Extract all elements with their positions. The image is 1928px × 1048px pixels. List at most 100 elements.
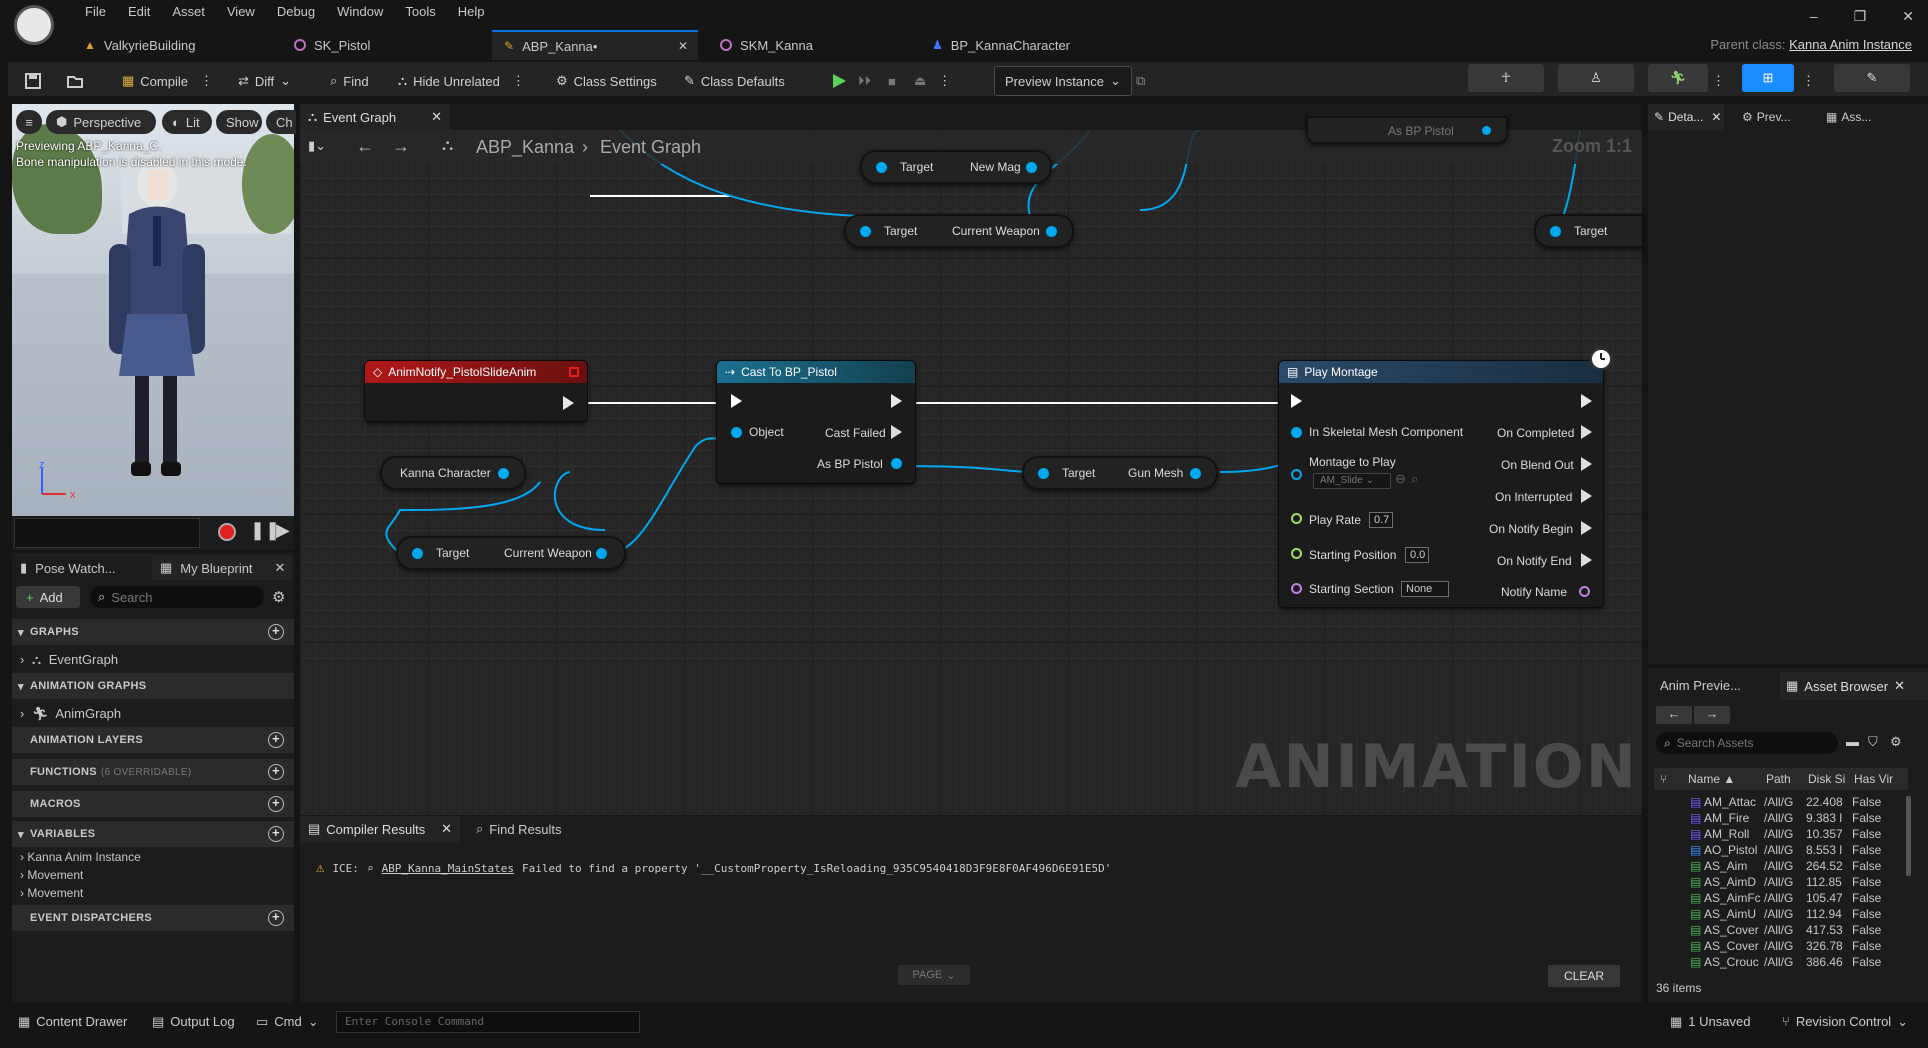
node-as-bp-pistol-partial[interactable]: As BP Pistol <box>1306 116 1508 144</box>
asset-scrollbar[interactable] <box>1906 796 1911 876</box>
asset-forward-button[interactable]: → <box>1694 706 1730 724</box>
add-macro-icon[interactable]: + <box>268 796 284 812</box>
page-dropdown[interactable]: PAGE ⌄ <box>898 965 970 985</box>
character-button[interactable]: Ch <box>266 110 296 134</box>
unsaved-button[interactable]: ▦ 1 Unsaved <box>1670 1014 1750 1030</box>
asset-row[interactable]: ▤ AS_AimFc/All/G 105.47 False <box>1690 891 1892 905</box>
tab-event-graph[interactable]: ⛬ Event Graph ✕ <box>300 104 450 130</box>
crumb-root[interactable]: ABP_Kanna <box>476 137 574 158</box>
pin-as-bp-pistol[interactable] <box>891 458 902 469</box>
col-disk-size[interactable]: Disk Si <box>1808 772 1854 786</box>
item-event-graph[interactable]: › ⛬ EventGraph <box>20 652 118 668</box>
exec-on-interrupted-pin[interactable] <box>1581 489 1592 503</box>
minimize-icon[interactable]: – <box>1810 8 1818 25</box>
node-target-new-mag[interactable]: Target New Mag <box>860 150 1052 184</box>
back-icon[interactable]: ← <box>356 136 374 157</box>
node-anim-notify[interactable]: ◇ AnimNotify_PistolSlideAnim <box>364 360 588 422</box>
close-icon[interactable]: ✕ <box>441 821 452 837</box>
diff-button[interactable]: ⇄ Diff ⌄ <box>238 68 291 94</box>
blueprint-search-input[interactable]: ⌕ Search <box>90 586 264 608</box>
tab-sk-pistol[interactable]: SK_Pistol <box>282 30 492 60</box>
console-input[interactable]: Enter Console Command <box>336 1011 640 1033</box>
starting-position-input[interactable]: 0.0 <box>1405 547 1429 563</box>
node-target-current-weapon[interactable]: Target Current Weapon <box>396 536 626 570</box>
tab-details[interactable]: ✎ Deta... ✕ <box>1648 104 1724 130</box>
pin-output[interactable] <box>498 468 509 479</box>
save-icon[interactable] <box>24 68 42 94</box>
add-variable-icon[interactable]: + <box>268 826 284 842</box>
close-icon[interactable]: ✕ <box>431 109 442 125</box>
tab-asset-browser[interactable]: ▦ Asset Browser ✕ <box>1780 672 1928 700</box>
node-target-gun-mesh[interactable]: Target Gun Mesh <box>1022 456 1218 490</box>
tab-bp-kanna-character[interactable]: ♟ BP_KannaCharacter <box>920 30 1150 60</box>
pin-target[interactable] <box>860 226 871 237</box>
close-icon[interactable]: ✕ <box>1711 110 1721 124</box>
menu-debug[interactable]: Debug <box>266 4 326 19</box>
class-settings-button[interactable]: ⚙ Class Settings <box>556 68 657 94</box>
tab-skm-kanna[interactable]: SKM_Kanna <box>708 30 908 60</box>
lit-button[interactable]: ◐ Lit <box>162 110 212 134</box>
cmd-dropdown[interactable]: ▭ Cmd ⌄ <box>256 1014 319 1030</box>
exec-out-pin[interactable] <box>1581 394 1592 408</box>
exec-in-pin[interactable] <box>1291 394 1302 408</box>
pin-target[interactable] <box>876 162 887 173</box>
node-kanna-character[interactable]: Kanna Character <box>380 456 526 490</box>
pin-skeletal-mesh[interactable] <box>1291 427 1302 438</box>
add-function-icon[interactable]: + <box>268 764 284 780</box>
asset-row[interactable]: ▤ AO_Pistol/All/G 8.553 l False <box>1690 843 1892 857</box>
category-macros[interactable]: MACROS + <box>12 791 294 817</box>
exec-on-blend-out-pin[interactable] <box>1581 457 1592 471</box>
category-variables[interactable]: ▾ VARIABLES + <box>12 821 294 847</box>
category-graphs[interactable]: ▾ GRAPHS + <box>12 619 294 645</box>
asset-row[interactable]: ▤ AS_Cover/All/G 417.53 False <box>1690 923 1892 937</box>
gear-icon[interactable]: ⚙ <box>272 588 285 606</box>
exec-out-pin[interactable] <box>563 396 574 410</box>
asset-row[interactable]: ▤ AM_Roll/All/G 10.357 False <box>1690 827 1892 841</box>
pin-output[interactable] <box>1026 162 1037 173</box>
asset-row[interactable]: ▤ AM_Attac/All/G 22.408 False <box>1690 795 1892 809</box>
play-button[interactable] <box>830 68 848 94</box>
tab-abp-kanna[interactable]: ✎ ABP_Kanna• ✕ <box>492 30 698 60</box>
tab-preview[interactable]: ⚙ Prev... <box>1742 104 1791 130</box>
asset-row[interactable]: ▤ AS_Crouc/All/G 386.46 False <box>1690 955 1892 969</box>
pin-output[interactable] <box>1482 126 1491 135</box>
exec-on-completed-pin[interactable] <box>1581 425 1592 439</box>
pin-target[interactable] <box>1038 468 1049 479</box>
pin-target[interactable] <box>1550 226 1561 237</box>
animation-mode-button[interactable]: 🏃︎ <box>1648 64 1708 92</box>
node-cast-to-bp-pistol[interactable]: ⇢ Cast To BP_Pistol Object Cast Failed A… <box>716 360 916 484</box>
viewport-menu-button[interactable]: ≡ <box>16 110 42 134</box>
pin-output[interactable] <box>596 548 607 559</box>
menu-file[interactable]: File <box>74 4 117 19</box>
item-anim-graph[interactable]: › 🏃︎ AnimGraph <box>20 706 121 722</box>
node-target-current-weapon-top[interactable]: Target Current Weapon <box>844 214 1074 248</box>
step-forward-icon[interactable]: ▶ <box>276 520 290 541</box>
crumb-leaf[interactable]: Event Graph <box>600 137 701 158</box>
message-link[interactable]: ABP_Kanna_MainStates <box>382 862 514 875</box>
pin-starting-section[interactable] <box>1291 583 1302 594</box>
tab-anim-preview[interactable]: Anim Previe... <box>1660 678 1741 693</box>
pin-object[interactable] <box>731 427 742 438</box>
pin-output[interactable] <box>1046 226 1057 237</box>
tab-pose-watch[interactable]: ▮ Pose Watch... <box>20 556 116 580</box>
compile-options-icon[interactable]: ⋮ <box>200 73 213 89</box>
node-target-right[interactable]: Target <box>1534 214 1644 248</box>
perspective-button[interactable]: ⬢ Perspective <box>46 110 156 134</box>
debug-filter-icon[interactable]: ⧉ <box>1136 68 1145 94</box>
use-selected-icon[interactable]: ⊖ <box>1395 471 1406 487</box>
tab-find-results[interactable]: ⌕ Find Results <box>468 816 562 842</box>
variable-group[interactable]: › Movement <box>20 886 83 900</box>
parent-class-link[interactable]: Kanna Anim Instance <box>1789 37 1912 52</box>
asset-row[interactable]: ▤ AM_Fire/All/G 9.383 l False <box>1690 811 1892 825</box>
timeline-field[interactable] <box>14 518 200 548</box>
compile-button[interactable]: ▦ Compile ⋮ <box>122 68 213 94</box>
asset-search-input[interactable]: ⌕ Search Assets <box>1656 732 1838 754</box>
show-button[interactable]: Show <box>216 110 262 134</box>
record-icon[interactable] <box>218 523 236 541</box>
pin-notify-name[interactable] <box>1579 586 1590 597</box>
add-layer-icon[interactable]: + <box>268 732 284 748</box>
cast-failed-pin[interactable] <box>891 425 902 439</box>
restore-icon[interactable]: ❐ <box>1854 8 1867 25</box>
preview-instance-dropdown[interactable]: Preview Instance ⌄ <box>994 66 1132 96</box>
variable-group[interactable]: › Movement <box>20 868 83 882</box>
